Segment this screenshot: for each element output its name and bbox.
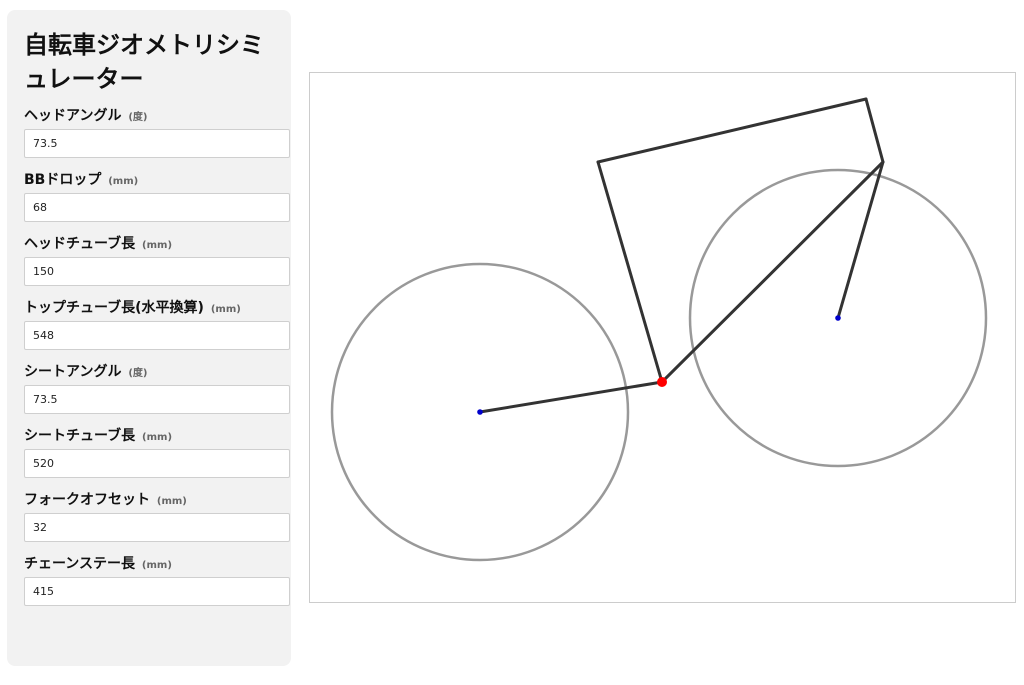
unit-label: (mm): [142, 240, 173, 251]
unit-label: (mm): [141, 560, 172, 571]
head-tube-length-input[interactable]: [24, 257, 290, 286]
top-tube-line: [596, 97, 868, 164]
page-title: 自転車ジオメトリシミュレーター: [24, 31, 264, 93]
field-seat-tube-length: シートチューブ長 (mm): [24, 426, 291, 478]
field-label-text: チェーンステー長: [24, 556, 136, 572]
unit-label: (mm): [156, 496, 187, 507]
field-label-text: トップチューブ長(水平換算): [24, 300, 204, 316]
field-bb-drop: BBドロップ (mm): [24, 170, 291, 222]
field-label-text: シートアングル: [24, 364, 122, 380]
field-label-text: ヘッドアングル: [24, 108, 122, 124]
seat-tube-length-input[interactable]: [24, 449, 290, 478]
field-label: ヘッドチューブ長 (mm): [24, 234, 291, 254]
bike-geometry-drawing: [330, 97, 988, 562]
field-top-tube-length: トップチューブ長(水平換算) (mm): [24, 298, 291, 350]
field-label-text: シートチューブ長: [24, 428, 136, 444]
field-head-tube-length: ヘッドチューブ長 (mm): [24, 234, 291, 286]
field-label: シートチューブ長 (mm): [24, 426, 291, 446]
field-label-text: フォークオフセット: [24, 492, 150, 508]
field-label-text: ヘッドチューブ長: [24, 236, 136, 252]
field-label: シートアングル (度): [24, 362, 291, 382]
field-fork-offset: フォークオフセット (mm): [24, 490, 291, 542]
unit-label: (mm): [210, 304, 241, 315]
control-panel: 自転車ジオメトリシミュレーター ヘッドアングル (度) BBドロップ (mm) …: [7, 10, 291, 666]
field-label: トップチューブ長(水平換算) (mm): [24, 298, 291, 318]
field-label: フォークオフセット (mm): [24, 490, 291, 510]
front-axle-point: [835, 315, 841, 321]
seat-tube-line: [596, 160, 664, 384]
unit-label: (mm): [142, 432, 173, 443]
seat-angle-input[interactable]: [24, 385, 290, 414]
chainstay-line: [478, 380, 664, 414]
bb-drop-input[interactable]: [24, 193, 290, 222]
head-tube-line: [864, 97, 885, 164]
field-head-angle: ヘッドアングル (度): [24, 106, 291, 158]
field-label: チェーンステー長 (mm): [24, 554, 291, 574]
field-chainstay-length: チェーンステー長 (mm): [24, 554, 291, 606]
rear-axle-point: [477, 409, 483, 415]
bottom-bracket-point: [657, 377, 667, 387]
chainstay-length-input[interactable]: [24, 577, 290, 606]
geometry-canvas: [309, 72, 1016, 603]
unit-label: (度): [128, 368, 148, 379]
fork-offset-input[interactable]: [24, 513, 290, 542]
field-label: ヘッドアングル (度): [24, 106, 291, 126]
head-angle-input[interactable]: [24, 129, 290, 158]
field-label: BBドロップ (mm): [24, 170, 291, 190]
unit-label: (度): [128, 112, 148, 123]
unit-label: (mm): [108, 176, 139, 187]
field-seat-angle: シートアングル (度): [24, 362, 291, 414]
top-tube-length-input[interactable]: [24, 321, 290, 350]
field-label-text: BBドロップ: [24, 172, 102, 188]
